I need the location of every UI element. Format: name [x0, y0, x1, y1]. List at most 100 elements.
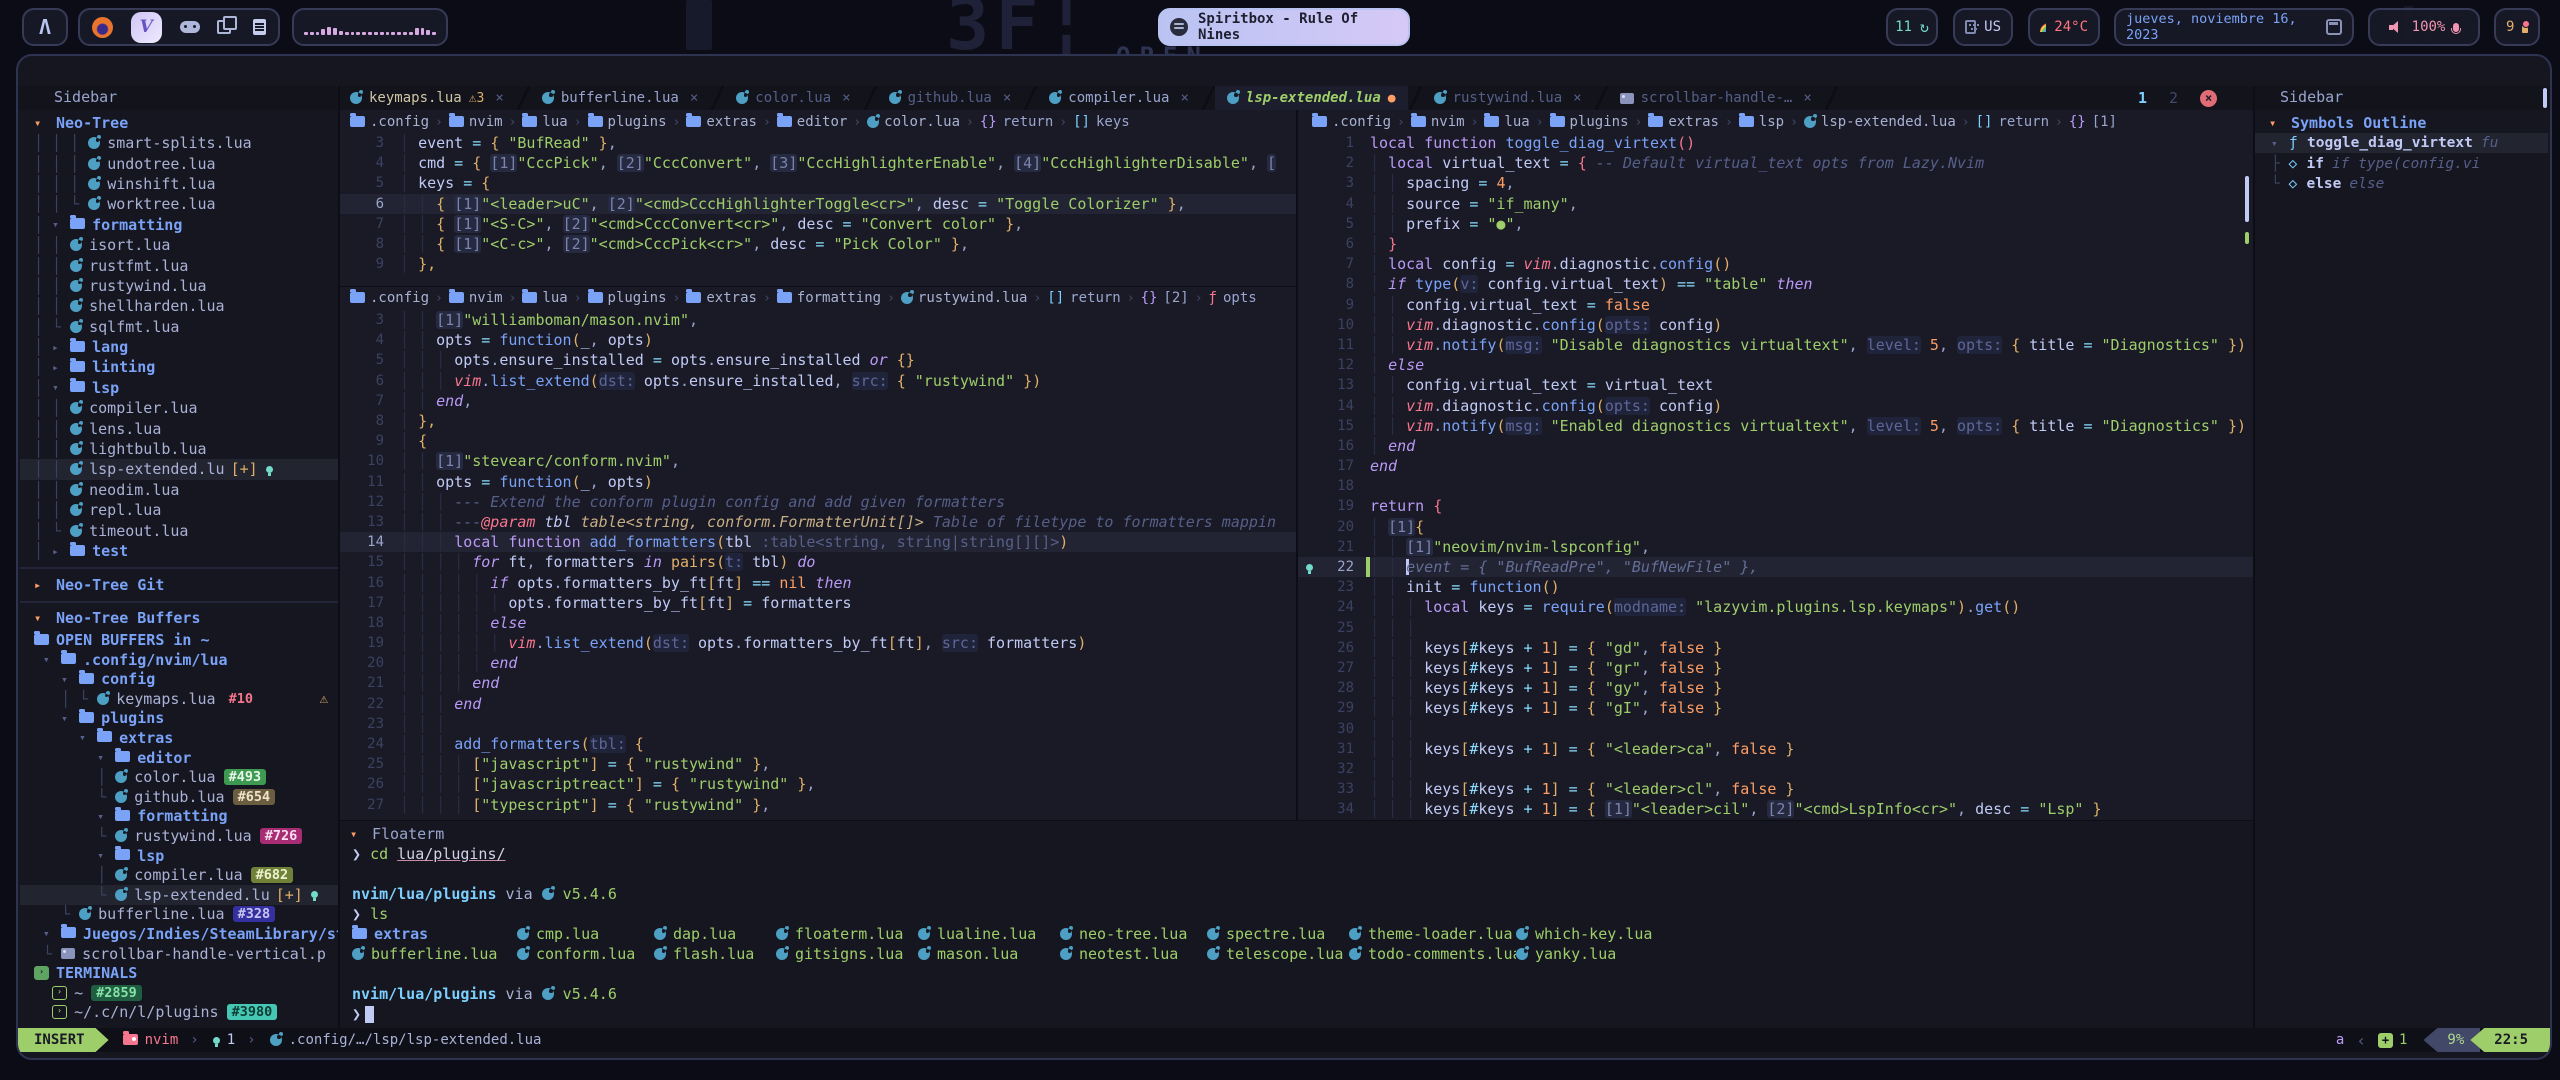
- breadcrumb-item[interactable]: .config: [350, 290, 429, 306]
- neotree-buffers-section-header[interactable]: ▾ Neo-Tree Buffers: [20, 608, 338, 628]
- tree-item-timeout-lua[interactable]: │ └ timeout.lua: [20, 520, 338, 540]
- tree-expander-icon[interactable]: ▾: [97, 849, 115, 862]
- breadcrumb-item[interactable]: plugins: [588, 290, 667, 306]
- code-line-28[interactable]: 28│ │ │ keys[#keys + 1] = { "gy", false …: [1298, 678, 2253, 698]
- code-line-24[interactable]: 24│ │ │ add_formatters(tbl: {: [340, 734, 1296, 754]
- tree-item-lang[interactable]: │ ▸lang: [20, 337, 338, 357]
- symbol-toggle_diag_virtext[interactable]: ▾ƒtoggle_diag_virtextfu: [2255, 133, 2548, 153]
- tree-item-formatting[interactable]: │ ▾formatting: [20, 215, 338, 235]
- code-line-27[interactable]: 27│ │ │ │ ["typescript"] = { "rustywind"…: [340, 795, 1296, 815]
- gamepad-icon[interactable]: [180, 21, 200, 33]
- breadcrumb-item[interactable]: lsp: [1739, 114, 1784, 130]
- tree-item-github-lua[interactable]: └ github.lua#654: [20, 787, 338, 807]
- code-line-22[interactable]: 22│ │ │ end: [340, 694, 1296, 714]
- code-line-11[interactable]: 11│ │ opts = function(_, opts): [340, 472, 1296, 492]
- breadcrumb-item[interactable]: nvim: [449, 114, 503, 130]
- tree-item-~[interactable]: ›~#2859: [20, 983, 338, 1003]
- tree-item-scrollbar-handle-vertical-p[interactable]: └ scrollbar-handle-vertical.p: [20, 944, 338, 964]
- tree-item-lsp-extended-lu[interactable]: └ lsp-extended.lu[+]: [20, 885, 338, 905]
- ls-entry-extras[interactable]: extras: [352, 925, 517, 943]
- code-line-12[interactable]: 12│ │ │ --- Extend the conform plugin co…: [340, 492, 1296, 512]
- breadcrumb-item[interactable]: color.lua: [867, 114, 960, 130]
- code-line-26[interactable]: 26│ │ │ keys[#keys + 1] = { "gd", false …: [1298, 638, 2253, 658]
- now-playing-widget[interactable]: Spiritbox - Rule Of Nines: [1158, 8, 1410, 46]
- tree-item-winshift-lua[interactable]: │ │ │ winshift.lua: [20, 174, 338, 194]
- code-line-3[interactable]: 3│ │ spacing = 4,: [1298, 173, 2253, 193]
- ls-entry-gitsigns-lua[interactable]: gitsigns.lua: [776, 945, 918, 963]
- tree-item--config-nvim-lua[interactable]: ▾.config/nvim/lua: [20, 650, 338, 670]
- tree-item-smart-splits-lua[interactable]: │ │ │ smart-splits.lua: [20, 133, 338, 153]
- tree-item-compiler-lua[interactable]: │ │ compiler.lua: [20, 398, 338, 418]
- tree-item-shellharden-lua[interactable]: │ │ shellharden.lua: [20, 296, 338, 316]
- tree-item-worktree-lua[interactable]: │ │ └ worktree.lua: [20, 194, 338, 214]
- tree-expander-icon[interactable]: ▾: [61, 712, 79, 725]
- tree-item-lens-lua[interactable]: │ │ lens.lua: [20, 418, 338, 438]
- code-line-5[interactable]: 5│ keys = {: [340, 173, 1296, 193]
- date-widget[interactable]: jueves, noviembre 16, 2023: [2114, 8, 2354, 46]
- breadcrumb-item[interactable]: .config: [350, 114, 429, 130]
- tree-expander-icon[interactable]: ▾: [2271, 137, 2289, 150]
- code-line-7[interactable]: 7│ │ { [1]"<S-C>", [2]"<cmd>CccConvert<c…: [340, 214, 1296, 234]
- code-line-3[interactable]: 3│ event = { "BufRead" },: [340, 133, 1296, 153]
- breadcrumb-item[interactable]: nvim: [1411, 114, 1465, 130]
- tree-item-~-c-n-l-plugins[interactable]: ›~/.c/n/l/plugins#3980: [20, 1002, 338, 1022]
- tree-expander-icon[interactable]: ▸: [52, 341, 70, 354]
- code-line-7[interactable]: 7│ local config = vim.diagnostic.config(…: [1298, 254, 2253, 274]
- outline-scrollbar-thumb[interactable]: [2543, 88, 2547, 108]
- windows-stack-icon[interactable]: [217, 20, 231, 34]
- app-launcher-button[interactable]: Λ: [22, 8, 68, 46]
- ls-entry-cmp-lua[interactable]: cmp.lua: [517, 925, 654, 943]
- breadcrumb-item[interactable]: editor: [777, 114, 848, 130]
- ls-entry-todo-comments-lua[interactable]: todo-comments.lua: [1349, 945, 1516, 963]
- code-line-2[interactable]: 2│ local virtual_text = { -- Default vir…: [1298, 153, 2253, 173]
- tree-item-plugins[interactable]: ▾plugins: [20, 709, 338, 729]
- code-line-6[interactable]: 6│ }: [1298, 234, 2253, 254]
- code-line-10[interactable]: 10│ │ vim.diagnostic.config(opts: config…: [1298, 315, 2253, 335]
- code-line-1[interactable]: 1local function toggle_diag_virtext(): [1298, 133, 2253, 153]
- tree-item-sqlfmt-lua[interactable]: │ └ sqlfmt.lua: [20, 317, 338, 337]
- symbol-if[interactable]: ├ ◇ifif type(config.vi: [2255, 153, 2548, 173]
- code-line-15[interactable]: 15│ │ vim.notify(msg: "Enabled diagnosti…: [1298, 416, 2253, 436]
- code-line-14[interactable]: 14│ │ │ local function add_formatters(tb…: [340, 532, 1296, 552]
- tree-item-config[interactable]: ▾config: [20, 669, 338, 689]
- code-line-11[interactable]: 11│ │ vim.notify(msg: "Disable diagnosti…: [1298, 335, 2253, 355]
- tree-expander-icon[interactable]: ▾: [61, 673, 79, 686]
- breadcrumb-item[interactable]: .config: [1312, 114, 1391, 130]
- terminal-line[interactable]: bufferline.luaconform.luaflash.luagitsig…: [340, 944, 2253, 964]
- code-line-4[interactable]: 4│ │ source = "if_many",: [1298, 194, 2253, 214]
- code-line-4[interactable]: 4│ │ opts = function(_, opts): [340, 330, 1296, 350]
- firefox-icon[interactable]: [92, 17, 113, 38]
- ls-entry-bufferline-lua[interactable]: bufferline.lua: [352, 945, 517, 963]
- code-editor-lsp-extended-lua[interactable]: 1local function toggle_diag_virtext()2│ …: [1298, 133, 2253, 821]
- ls-entry-yanky-lua[interactable]: yanky.lua: [1516, 945, 2232, 963]
- breadcrumb-item[interactable]: lua: [1484, 114, 1529, 130]
- code-line-3[interactable]: 3│ │ [1]"williamboman/mason.nvim",: [340, 310, 1296, 330]
- ls-entry-flash-lua[interactable]: flash.lua: [654, 945, 776, 963]
- tree-expander-icon[interactable]: ▾: [52, 218, 70, 231]
- code-line-30[interactable]: 30│ │ │: [1298, 718, 2253, 738]
- code-line-19[interactable]: 19│ │ │ │ │ │ vim.list_extend(dst: opts.…: [340, 633, 1296, 653]
- tree-expander-icon[interactable]: ▾: [79, 731, 97, 744]
- code-line-21[interactable]: 21│ │ [1]"neovim/nvim-lspconfig",: [1298, 537, 2253, 557]
- breadcrumb-item[interactable]: lua: [522, 114, 567, 130]
- tree-expander-icon[interactable]: ▾: [43, 927, 61, 940]
- code-line-19[interactable]: 19return {: [1298, 496, 2253, 516]
- tree-expander-icon[interactable]: ▾: [97, 751, 115, 764]
- code-line-5[interactable]: 5│ │ prefix = "●",: [1298, 214, 2253, 234]
- symbols-outline-header[interactable]: ▾ Symbols Outline: [2255, 113, 2548, 133]
- breadcrumb-item[interactable]: extras: [686, 114, 757, 130]
- code-line-34[interactable]: 34│ │ │ keys[#keys + 1] = { [1]"<leader>…: [1298, 799, 2253, 819]
- tree-item-isort-lua[interactable]: │ │ isort.lua: [20, 235, 338, 255]
- ls-entry-dap-lua[interactable]: dap.lua: [654, 925, 776, 943]
- neotree-git-section-header[interactable]: ▸ Neo-Tree Git: [20, 575, 338, 595]
- code-line-18[interactable]: 18│ │ │ │ │ else: [340, 613, 1296, 633]
- breadcrumb-item[interactable]: extras: [686, 290, 757, 306]
- updates-widget[interactable]: 11 ↻: [1886, 8, 1938, 46]
- terminal-line[interactable]: ❯ ls: [340, 904, 2253, 924]
- ls-entry-conform-lua[interactable]: conform.lua: [517, 945, 654, 963]
- ls-entry-lualine-lua[interactable]: lualine.lua: [918, 925, 1060, 943]
- ls-entry-floaterm-lua[interactable]: floaterm.lua: [776, 925, 918, 943]
- code-line-7[interactable]: 7│ │ end,: [340, 391, 1296, 411]
- neotree-section-header[interactable]: ▾ Neo-Tree: [20, 113, 338, 133]
- tree-expander-icon[interactable]: ▾: [97, 810, 115, 823]
